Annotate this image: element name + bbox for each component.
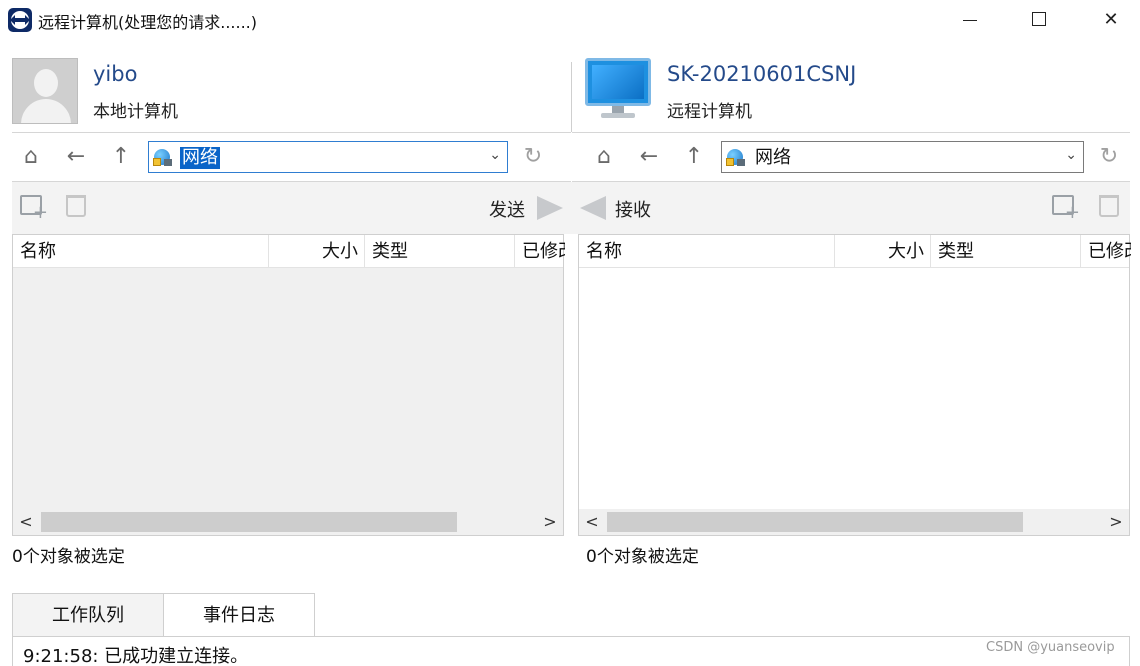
log-entry: 9:21:58: 已成功建立连接。 xyxy=(23,646,249,666)
refresh-icon[interactable]: ↻ xyxy=(518,142,548,172)
column-type-header[interactable]: 类型 xyxy=(365,235,515,268)
remote-address-combobox[interactable]: 网络 ⌄ xyxy=(721,141,1084,173)
close-button[interactable]: ✕ xyxy=(1088,0,1134,40)
send-arrow-icon[interactable] xyxy=(537,196,563,220)
tab-work-queue[interactable]: 工作队列 xyxy=(12,593,164,637)
column-modified-header[interactable]: 已修改 xyxy=(1081,235,1131,268)
remote-nav-bar: ⌂ ← ↑ 网络 ⌄ ↻ xyxy=(572,132,1130,182)
scroll-left-arrow-icon[interactable]: < xyxy=(13,509,39,535)
scroll-right-arrow-icon[interactable]: > xyxy=(537,509,563,535)
network-globe-icon xyxy=(726,148,746,168)
refresh-icon[interactable]: ↻ xyxy=(1094,142,1124,172)
remote-computer-monitor-icon xyxy=(585,58,655,122)
title-bar: 远程计算机(处理您的请求......) ✕ xyxy=(0,0,1140,40)
remote-delete-trash-icon[interactable] xyxy=(1099,195,1119,217)
local-user-avatar xyxy=(12,58,78,124)
local-user-name: yibo xyxy=(93,62,138,86)
remote-computer-label: 远程计算机 xyxy=(667,102,752,122)
receive-button-label[interactable]: 接收 xyxy=(615,196,651,222)
network-globe-icon xyxy=(153,148,173,168)
home-icon[interactable]: ⌂ xyxy=(589,142,619,172)
column-type-header[interactable]: 类型 xyxy=(931,235,1081,268)
scroll-left-arrow-icon[interactable]: < xyxy=(579,509,605,535)
remote-horizontal-scrollbar[interactable]: < > xyxy=(579,509,1129,535)
receive-arrow-icon[interactable] xyxy=(580,196,606,220)
local-horizontal-scrollbar[interactable]: < > xyxy=(13,509,563,535)
chevron-down-icon[interactable]: ⌄ xyxy=(489,147,501,163)
transfer-action-bar xyxy=(12,182,1130,234)
tab-event-log[interactable]: 事件日志 xyxy=(163,593,315,637)
window-title: 远程计算机(处理您的请求......) xyxy=(38,13,258,32)
local-computer-label: 本地计算机 xyxy=(93,102,178,122)
local-address-text[interactable]: 网络 xyxy=(180,147,220,169)
header-divider xyxy=(571,62,572,132)
maximize-button[interactable] xyxy=(1016,0,1062,40)
back-arrow-icon[interactable]: ← xyxy=(634,142,664,172)
column-size-header[interactable]: 大小 xyxy=(269,235,365,268)
minimize-button[interactable] xyxy=(946,0,992,40)
back-arrow-icon[interactable]: ← xyxy=(61,142,91,172)
up-arrow-icon[interactable]: ↑ xyxy=(106,142,136,172)
scroll-right-arrow-icon[interactable]: > xyxy=(1103,509,1129,535)
local-column-header: 名称 大小 类型 已修改 xyxy=(13,235,565,268)
home-icon[interactable]: ⌂ xyxy=(16,142,46,172)
chevron-down-icon[interactable]: ⌄ xyxy=(1065,147,1077,163)
remote-new-folder-icon[interactable] xyxy=(1052,195,1080,223)
local-new-folder-icon[interactable] xyxy=(20,195,48,223)
remote-selection-status: 0个对象被选定 xyxy=(586,547,699,564)
scrollbar-thumb[interactable] xyxy=(41,512,457,532)
column-modified-header[interactable]: 已修改 xyxy=(515,235,565,268)
bottom-tab-strip: 工作队列 事件日志 xyxy=(12,593,1130,637)
local-selection-status: 0个对象被选定 xyxy=(12,547,125,564)
scrollbar-thumb[interactable] xyxy=(607,512,1023,532)
remote-computer-name: SK-20210601CSNJ xyxy=(667,62,857,86)
remote-file-list[interactable]: 名称 大小 类型 已修改 < > xyxy=(578,234,1131,536)
remote-address-text[interactable]: 网络 xyxy=(753,147,793,169)
column-name-header[interactable]: 名称 xyxy=(13,235,269,268)
local-address-combobox[interactable]: 网络 ⌄ xyxy=(148,141,508,173)
local-file-list[interactable]: 名称 大小 类型 已修改 < > xyxy=(12,234,565,536)
teamviewer-logo-icon xyxy=(8,8,32,32)
remote-column-header: 名称 大小 类型 已修改 xyxy=(579,235,1131,268)
send-button-label[interactable]: 发送 xyxy=(489,196,525,222)
watermark: CSDN @yuanseovip xyxy=(986,640,1115,655)
column-size-header[interactable]: 大小 xyxy=(835,235,931,268)
local-nav-bar: ⌂ ← ↑ 网络 ⌄ ↻ xyxy=(12,132,571,182)
local-delete-trash-icon[interactable] xyxy=(66,195,86,217)
up-arrow-icon[interactable]: ↑ xyxy=(679,142,709,172)
column-name-header[interactable]: 名称 xyxy=(579,235,835,268)
event-log-panel: 9:21:58: 已成功建立连接。 xyxy=(12,636,1130,666)
